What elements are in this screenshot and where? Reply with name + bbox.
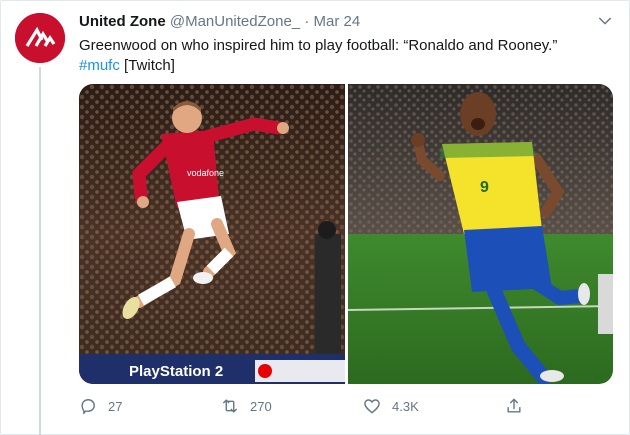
like-icon [364,399,380,414]
like-count: 4.3K [392,398,419,414]
author-name[interactable]: United Zone [79,13,166,30]
shirt-number: 9 [480,179,489,196]
photo-right-graphic: 9 [347,84,613,384]
avatar-logo [15,13,65,63]
shirt-sponsor: vodafone [187,168,224,178]
photo-left-graphic: PlayStation 2 vodafone [79,84,345,384]
tweet-header: United Zone @ManUnitedZone_ · Mar 24 [79,12,360,32]
like-button[interactable]: 4.3K [362,396,419,416]
avatar[interactable] [15,13,65,63]
ad-playstation: PlayStation 2 [129,363,223,380]
photo-left[interactable]: PlayStation 2 vodafone [79,84,345,384]
hashtag-link[interactable]: #mufc [79,57,120,74]
chevron-down-icon[interactable] [596,12,614,30]
tweet-body: Greenwood on who inspired him to play fo… [79,37,558,54]
media-grid: PlayStation 2 vodafone 9 [79,84,613,384]
reply-button[interactable]: 27 [78,396,122,416]
tweet-actions: 27 270 4.3K [78,396,528,418]
retweet-count: 270 [250,398,272,414]
separator-dot: · [304,13,310,30]
tweet-date[interactable]: Mar 24 [314,13,361,30]
tweet-source-tag: [Twitch] [119,57,175,74]
share-icon [507,398,521,413]
retweet-icon [223,399,237,413]
reply-icon [81,399,95,415]
share-button[interactable] [504,396,524,416]
tweet-text: Greenwood on who inspired him to play fo… [79,36,619,76]
retweet-button[interactable]: 270 [220,396,272,416]
thread-line [39,67,41,435]
photo-right[interactable]: 9 [347,84,614,384]
author-handle[interactable]: @ManUnitedZone_ [170,13,300,30]
reply-count: 27 [108,398,123,414]
